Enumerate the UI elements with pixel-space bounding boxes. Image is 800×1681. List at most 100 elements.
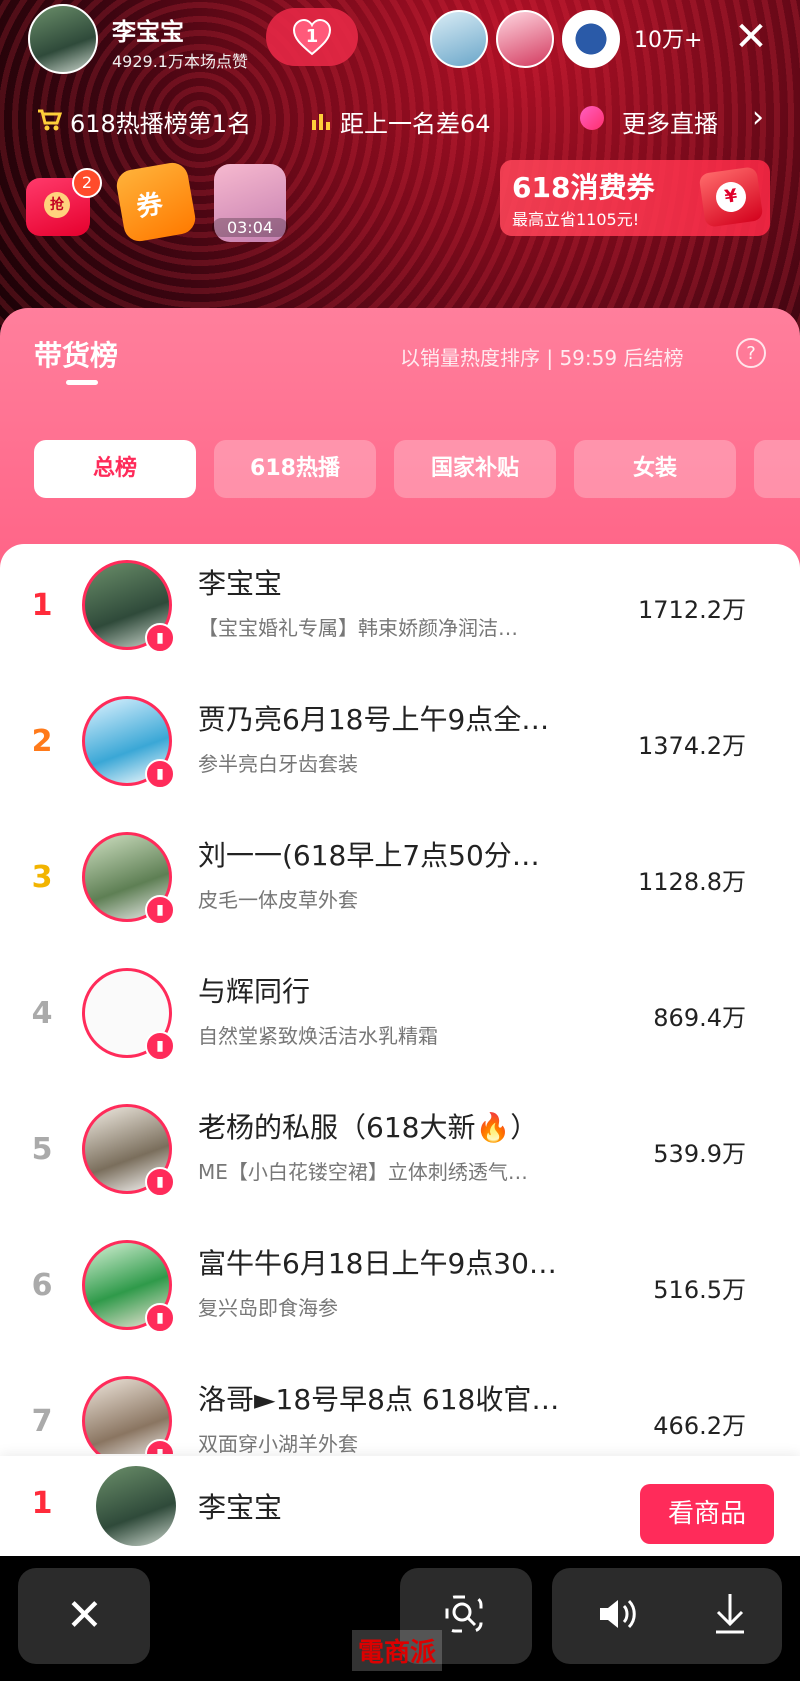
streamer-name: 刘一一(618早上7点50分… [198, 839, 540, 872]
download-icon[interactable] [712, 1592, 748, 1647]
red-packet-mark: 抢 [44, 192, 70, 218]
product-name: ME【小白花镂空裙】立体刺绣透气… [198, 1160, 528, 1184]
host-avatar[interactable] [28, 4, 98, 74]
avatar[interactable]: ▮ [82, 968, 175, 1061]
product-name: 皮毛一体皮草外套 [198, 888, 358, 912]
live-icon: ▮ [145, 623, 175, 653]
media-controls [552, 1568, 782, 1664]
tab-618[interactable]: 618热播 [214, 440, 376, 498]
list-item[interactable]: 6 ▮ 富牛牛6月18日上午9点30… 复兴岛即食海参 516.5万 [0, 1224, 800, 1360]
close-button[interactable]: ✕ [18, 1568, 150, 1664]
close-icon[interactable]: ✕ [728, 14, 774, 60]
hot-rank[interactable]: 618热播榜第1名 [36, 104, 251, 139]
live-icon: ▮ [145, 1439, 175, 1454]
rank-number: 1 [31, 588, 53, 623]
host-name: 李宝宝 [112, 18, 184, 46]
watermark: 電商派 [352, 1630, 443, 1671]
avatar[interactable]: ▮ [82, 560, 175, 653]
panel-sort-info: 以销量热度排序 | 59:59 后结榜 [400, 346, 684, 370]
product-name: 参半亮白牙齿套装 [198, 752, 358, 776]
rank-number: 5 [31, 1132, 53, 1167]
list-item[interactable]: 4 ▮ 与辉同行 自然堂紧致焕活洁水乳精霜 869.4万 [0, 952, 800, 1088]
gift-badge[interactable]: 03:04 [212, 164, 288, 242]
voucher-sub: 最高立省1105元! [512, 210, 640, 229]
product-name: 自然堂紧致焕活洁水乳精霜 [198, 1024, 438, 1048]
voucher-packet-icon: ¥ [698, 166, 764, 228]
host-info[interactable]: 李宝宝 4929.1万本场点赞 [28, 4, 268, 74]
heart-count: 1 [305, 26, 319, 47]
chevron-right-icon: › [752, 100, 764, 135]
tab-subsidy[interactable]: 国家补贴 [394, 440, 556, 498]
viewer-count[interactable]: 10万+ [634, 22, 702, 54]
coupon-badge[interactable]: 券 [114, 160, 198, 244]
rank-number: 6 [31, 1268, 53, 1303]
cart-icon [36, 108, 63, 138]
live-icon: ▮ [145, 895, 175, 925]
list-item[interactable]: 7 ▮ 洛哥►18号早8点 618收官… 双面穿小湖羊外套 466.2万 [0, 1360, 800, 1454]
live-icon: ▮ [145, 759, 175, 789]
avatar[interactable]: ▮ [82, 1376, 175, 1454]
hot-rank-label: 618热播榜第1名 [70, 110, 252, 138]
follow-heart-button[interactable]: 1 [266, 8, 358, 66]
sales-value: 539.9万 [653, 1140, 746, 1168]
product-name: 双面穿小湖羊外套 [198, 1432, 358, 1454]
viewer-avatar[interactable] [430, 10, 488, 68]
sales-value: 869.4万 [653, 1004, 746, 1032]
sales-rank-panel: 带货榜 以销量热度排序 | 59:59 后结榜 ? 总榜 618热播 国家补贴 … [0, 308, 800, 1558]
my-rank-number: 1 [31, 1486, 53, 1521]
tab-total[interactable]: 总榜 [34, 440, 196, 498]
close-icon: ✕ [66, 1590, 103, 1641]
bottom-control-bar: ✕ 電商派 [0, 1556, 800, 1681]
panel-title-underline [66, 380, 98, 385]
rank-number: 7 [31, 1404, 53, 1439]
avatar[interactable]: ▮ [82, 1104, 175, 1197]
volume-icon[interactable] [596, 1594, 640, 1645]
avatar[interactable]: ▮ [82, 1240, 175, 1333]
streamer-name: 李宝宝 [198, 567, 283, 600]
tab-womens[interactable]: 女装 [574, 440, 736, 498]
list-item[interactable]: 5 ▮ 老杨的私服（618大新🔥） ME【小白花镂空裙】立体刺绣透气… 539.… [0, 1088, 800, 1224]
voucher-title: 618消费券 [512, 171, 655, 204]
rank-gap: 距上一名差64 [310, 104, 491, 139]
viewer-avatar[interactable] [496, 10, 554, 68]
sales-value: 516.5万 [653, 1276, 746, 1304]
streamer-name: 贾乃亮6月18号上午9点全… [198, 703, 550, 736]
more-live-button[interactable]: 更多直播 › [566, 90, 800, 146]
list-item[interactable]: 3 ▮ 刘一一(618早上7点50分… 皮毛一体皮草外套 1128.8万 [0, 816, 800, 952]
my-rank-bar: 1 李宝宝 看商品 [0, 1456, 800, 1556]
streamer-name: 富牛牛6月18日上午9点30… [198, 1247, 557, 1280]
rank-list: 1 ▮ 李宝宝 【宝宝婚礼专属】韩束娇颜净润洁… 1712.2万 2 ▮ 贾乃亮… [0, 544, 800, 1454]
streamer-name: 与辉同行 [198, 975, 311, 1008]
list-item[interactable]: 1 ▮ 李宝宝 【宝宝婚礼专属】韩束娇颜净润洁… 1712.2万 [0, 544, 800, 680]
red-packet-badge[interactable]: 抢 2 [26, 168, 102, 236]
voucher-banner[interactable]: 618消费券 最高立省1105元! ¥ [500, 160, 770, 236]
avatar[interactable]: ▮ [82, 696, 175, 789]
help-icon[interactable]: ? [736, 338, 766, 368]
live-icon: ▮ [145, 1303, 175, 1333]
voucher-mark: ¥ [714, 180, 748, 214]
rank-number: 3 [31, 860, 53, 895]
avatar[interactable]: ▮ [82, 832, 175, 925]
top-bar: 李宝宝 4929.1万本场点赞 1 10万+ ✕ [0, 0, 800, 80]
my-name: 李宝宝 [198, 1491, 283, 1524]
live-icon: ▮ [145, 1167, 175, 1197]
product-name: 【宝宝婚礼专属】韩束娇颜净润洁… [198, 616, 518, 640]
rank-number: 4 [31, 996, 53, 1031]
activity-badges: 抢 2 券 03:04 618消费券 最高立省1105元! ¥ [0, 160, 800, 244]
streamer-name: 洛哥►18号早8点 618收官… [198, 1383, 560, 1416]
category-tabs: 总榜 618热播 国家补贴 女装 美 [34, 440, 800, 500]
sales-value: 466.2万 [653, 1412, 746, 1440]
panel-title[interactable]: 带货榜 [34, 334, 118, 374]
my-avatar[interactable] [96, 1466, 176, 1546]
product-name: 复兴岛即食海参 [198, 1296, 338, 1320]
list-item[interactable]: 2 ▮ 贾乃亮6月18号上午9点全… 参半亮白牙齿套装 1374.2万 [0, 680, 800, 816]
tab-beauty[interactable]: 美 [754, 440, 800, 498]
sales-value: 1374.2万 [638, 732, 746, 760]
chart-icon [310, 110, 332, 138]
coupon-label: 券 [134, 189, 166, 224]
view-goods-button[interactable]: 看商品 [640, 1484, 774, 1544]
streamer-name: 老杨的私服（618大新🔥） [198, 1111, 539, 1144]
host-likes: 4929.1万本场点赞 [112, 52, 248, 71]
red-packet-count: 2 [72, 168, 102, 198]
viewer-avatar[interactable] [562, 10, 620, 68]
